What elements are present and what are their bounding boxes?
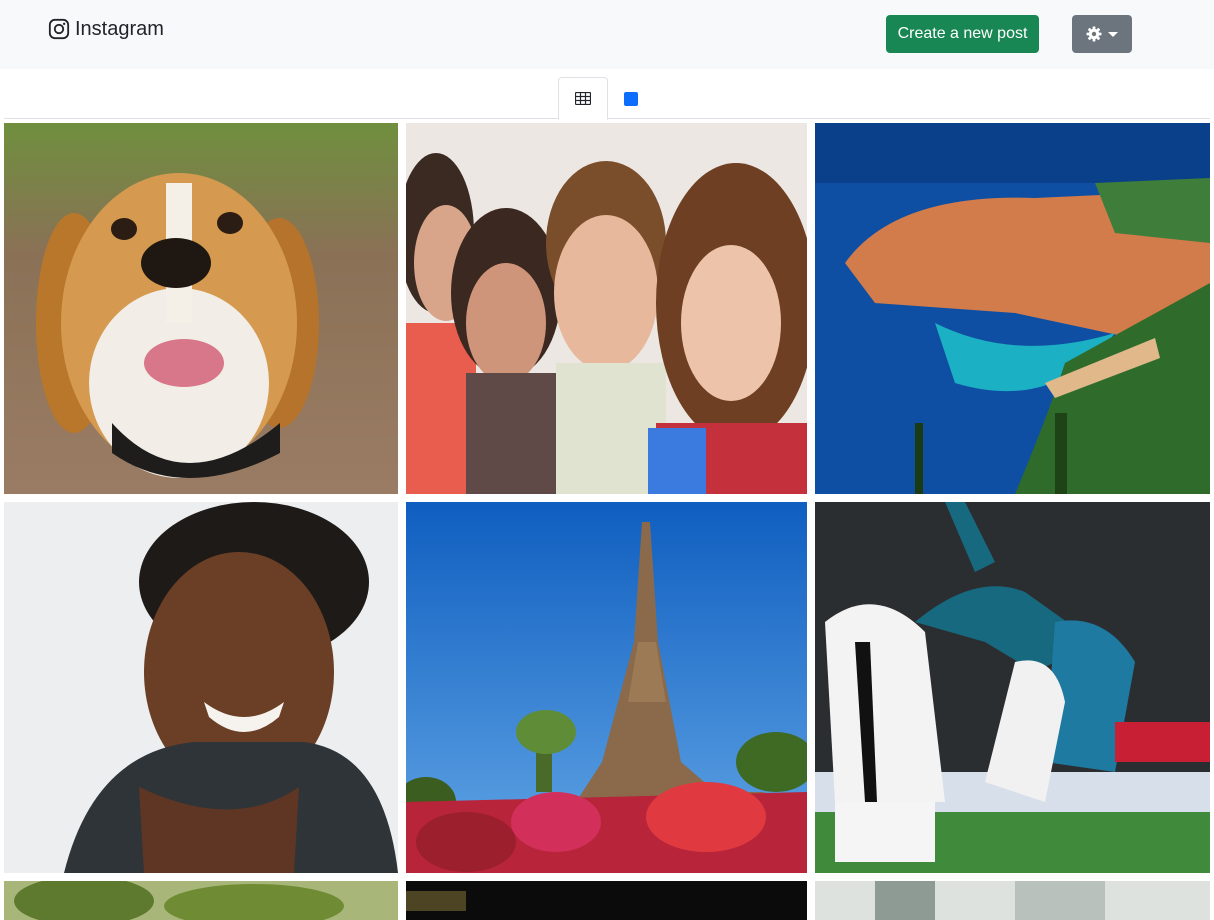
create-post-button[interactable]: Create a new post bbox=[886, 15, 1039, 53]
post-tile[interactable] bbox=[815, 502, 1210, 873]
square-icon bbox=[624, 91, 638, 106]
post-tile[interactable] bbox=[406, 881, 807, 920]
post-tile[interactable] bbox=[4, 881, 398, 920]
brand-label: Instagram bbox=[75, 18, 164, 40]
post-tile[interactable] bbox=[815, 123, 1210, 494]
post-image bbox=[815, 881, 1210, 920]
gear-icon bbox=[1086, 26, 1102, 42]
tab-single-view[interactable] bbox=[608, 77, 654, 120]
post-tile[interactable] bbox=[406, 123, 807, 494]
post-tile[interactable] bbox=[4, 123, 398, 494]
post-image bbox=[406, 881, 807, 920]
settings-dropdown-button[interactable] bbox=[1072, 15, 1132, 53]
chevron-down-icon bbox=[1108, 31, 1118, 37]
post-image bbox=[4, 123, 398, 494]
post-image bbox=[815, 123, 1210, 494]
tab-grid-view[interactable] bbox=[558, 77, 608, 120]
post-image bbox=[406, 502, 807, 873]
top-navbar: Instagram Create a new post bbox=[0, 0, 1214, 69]
post-image bbox=[406, 123, 807, 494]
post-image bbox=[815, 502, 1210, 873]
view-mode-tabs bbox=[4, 76, 1210, 120]
post-image bbox=[4, 502, 398, 873]
grid-icon bbox=[575, 92, 591, 105]
instagram-icon bbox=[48, 18, 70, 40]
brand-link[interactable]: Instagram bbox=[48, 17, 164, 41]
post-image bbox=[4, 881, 398, 920]
post-tile[interactable] bbox=[406, 502, 807, 873]
post-tile[interactable] bbox=[815, 881, 1210, 920]
post-tile[interactable] bbox=[4, 502, 398, 873]
